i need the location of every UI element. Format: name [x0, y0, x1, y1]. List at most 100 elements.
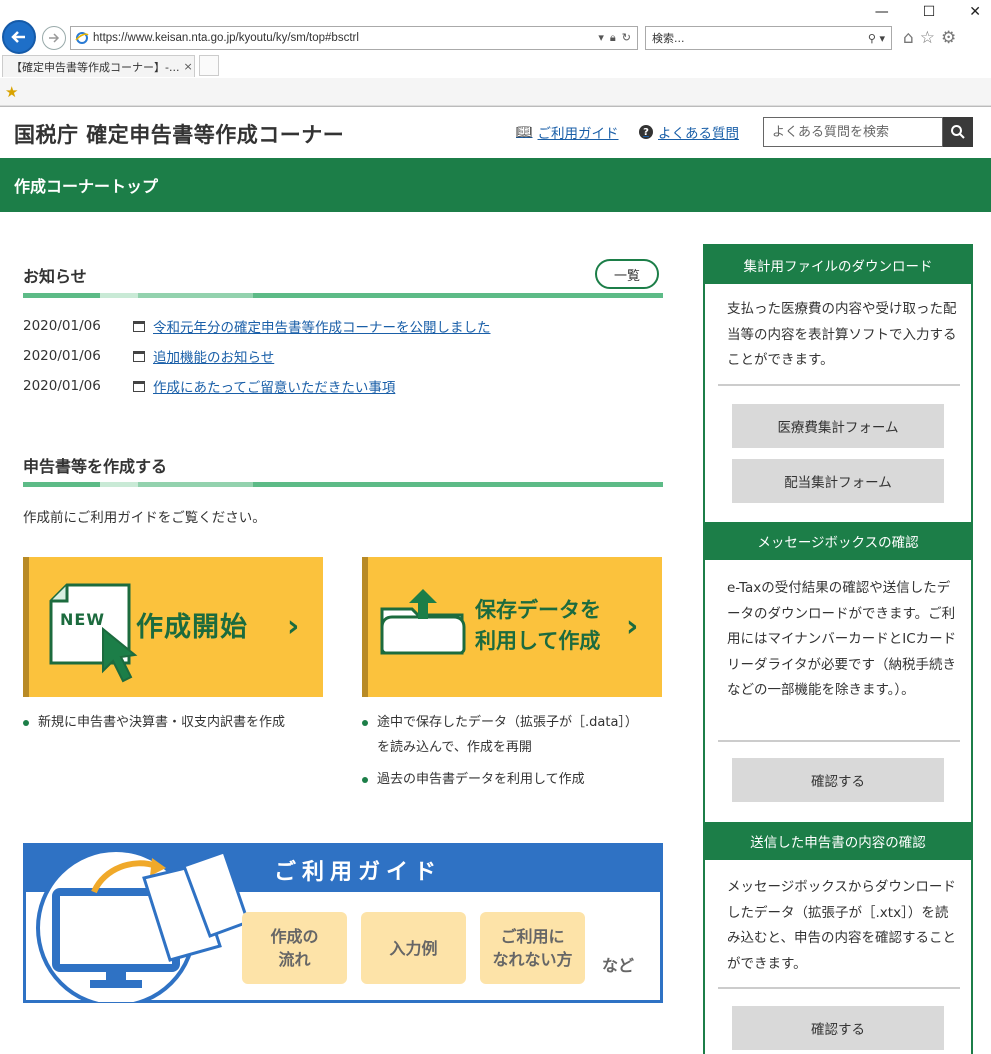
refresh-icon[interactable]: ↻: [622, 31, 631, 45]
page-band: 作成コーナートップ: [0, 158, 991, 212]
favorites-bar: ★: [0, 78, 991, 106]
close-window-icon[interactable]: ✕: [969, 4, 981, 20]
divider: [718, 740, 960, 742]
messagebox-panel-title: メッセージボックスの確認: [705, 522, 971, 560]
saved-data-button[interactable]: 保存データを 利用して作成 ›: [362, 557, 662, 697]
create-intro: 作成前にご利用ガイドをご覧ください。: [23, 510, 266, 526]
sent-panel-title: 送信した申告書の内容の確認: [705, 822, 971, 860]
list-item: 途中で保存したデータ（拡張子が［.data］） を読み込んで、作成を再開: [362, 710, 638, 760]
guide-chip-beginners[interactable]: ご利用に なれない方: [480, 912, 585, 984]
guide-link-label[interactable]: ご利用ガイド: [538, 122, 619, 142]
guide-chip-examples[interactable]: 入力例: [361, 912, 466, 984]
news-list-button[interactable]: 一覧: [595, 259, 659, 289]
search-icon: [951, 125, 965, 139]
minimize-icon[interactable]: —: [875, 4, 889, 20]
news-item: 2020/01/06 令和元年分の確定申告書等作成コーナーを公開しました: [23, 316, 491, 336]
create-title: 申告書等を作成する: [23, 457, 168, 476]
back-arrow-icon: [11, 31, 25, 43]
tab-close-icon[interactable]: ×: [183, 60, 194, 73]
dropdown-icon[interactable]: ▾: [598, 31, 604, 45]
favorites-star-icon[interactable]: ☆: [920, 28, 935, 48]
saved-data-label: 保存データを 利用して作成: [475, 595, 601, 657]
download-panel-text: 支払った医療費の内容や受け取った配当等の内容を表計算ソフトで入力することができま…: [727, 301, 957, 368]
monitor-documents-icon: [36, 848, 250, 1002]
news-divider: [23, 293, 663, 298]
new-window-icon: [133, 350, 145, 362]
messagebox-confirm-button[interactable]: 確認する: [732, 758, 944, 802]
medical-form-button[interactable]: 医療費集計フォーム: [732, 404, 944, 448]
browser-tab[interactable]: 【確定申告書等作成コーナー】-... ×: [2, 55, 195, 77]
sent-confirm-button[interactable]: 確認する: [732, 1006, 944, 1050]
book-icon: 📖︎: [516, 124, 533, 140]
faq-search-button[interactable]: [943, 117, 973, 147]
news-item: 2020/01/06 作成にあたってご留意いただきたい事項: [23, 376, 395, 396]
divider: [718, 987, 960, 989]
faq-link-label[interactable]: よくある質問: [658, 122, 739, 142]
news-link[interactable]: 追加機能のお知らせ: [153, 346, 274, 366]
url-text[interactable]: https://www.keisan.nta.go.jp/kyoutu/ky/s…: [93, 32, 598, 44]
create-divider: [23, 482, 663, 487]
tab-bar: 【確定申告書等作成コーナー】-... ×: [0, 54, 991, 78]
divider: [718, 384, 960, 386]
start-create-notes: 新規に申告書や決算書・収支内訳書を作成: [23, 710, 285, 735]
maximize-icon[interactable]: ☐: [923, 4, 936, 20]
back-button[interactable]: [2, 20, 36, 54]
news-date: 2020/01/06: [23, 348, 101, 364]
search-icon[interactable]: ⚲ ▾: [868, 32, 891, 45]
news-link[interactable]: 作成にあたってご留意いただきたい事項: [153, 376, 395, 396]
settings-gear-icon[interactable]: ⚙: [941, 28, 956, 48]
chip-line: ご利用に: [500, 927, 565, 946]
page-band-title: 作成コーナートップ: [14, 177, 159, 196]
guide-banner[interactable]: ご利用ガイド 作成の 流れ 入力例 ご利用になれない方 など: [23, 843, 663, 1003]
news-item: 2020/01/06 追加機能のお知らせ: [23, 346, 274, 366]
guide-banner-title: ご利用ガイド: [274, 860, 443, 885]
note-line: 過去の申告書データを利用して作成: [377, 772, 585, 787]
tab-title: 【確定申告書等作成コーナー】-...: [11, 60, 180, 74]
guide-chip-flow[interactable]: 作成の 流れ: [242, 912, 347, 984]
note-line: を読み込んで、作成を再開: [377, 740, 532, 755]
start-create-button[interactable]: NEW 作成開始 ›: [23, 557, 323, 697]
news-link[interactable]: 令和元年分の確定申告書等作成コーナーを公開しました: [153, 316, 491, 336]
folder-upload-icon: [380, 589, 466, 655]
list-item: 過去の申告書データを利用して作成: [362, 767, 638, 792]
chip-line: 流れ: [278, 950, 311, 969]
download-panel-title: 集計用ファイルのダウンロード: [705, 246, 971, 284]
sent-panel-text: メッセージボックスからダウンロードしたデータ（拡張子が［.xtx］）を読み込むと…: [727, 879, 956, 972]
faq-link[interactable]: ? よくある質問: [639, 122, 739, 142]
browser-titlebar: — ☐ ✕ https://www.keisan.nta.go.jp/kyout…: [0, 0, 991, 54]
sidebar: 集計用ファイルのダウンロード 支払った医療費の内容や受け取った配当等の内容を表計…: [703, 244, 973, 1054]
address-bar[interactable]: https://www.keisan.nta.go.jp/kyoutu/ky/s…: [70, 26, 638, 50]
browser-search-placeholder[interactable]: 検索...: [652, 30, 868, 46]
saved-data-notes: 途中で保存したデータ（拡張子が［.data］） を読み込んで、作成を再開 過去の…: [362, 710, 638, 792]
news-date: 2020/01/06: [23, 378, 101, 394]
new-window-icon: [133, 320, 145, 332]
chip-line: なれない方: [492, 950, 573, 969]
news-date: 2020/01/06: [23, 318, 101, 334]
new-badge: NEW: [60, 610, 105, 629]
guide-etc: など: [602, 956, 635, 975]
faq-search-input[interactable]: [763, 117, 943, 147]
new-tab-button[interactable]: [199, 55, 219, 76]
window-controls: — ☐ ✕: [875, 4, 981, 20]
faq-search: [763, 117, 973, 147]
chevron-right-icon: ›: [626, 609, 639, 644]
chevron-right-icon: ›: [287, 609, 300, 644]
saved-data-label-line2: 利用して作成: [475, 629, 601, 653]
forward-button[interactable]: [42, 26, 66, 50]
note-line: 途中で保存したデータ（拡張子が［.data］）: [377, 715, 638, 730]
start-create-label: 作成開始: [136, 612, 248, 643]
guide-link[interactable]: 📖︎ ご利用ガイド: [516, 122, 619, 143]
dividend-form-button[interactable]: 配当集計フォーム: [732, 459, 944, 503]
browser-search-box[interactable]: 検索... ⚲ ▾: [645, 26, 892, 50]
forward-arrow-icon: [49, 33, 60, 43]
ie-logo-icon: [75, 32, 89, 44]
question-icon: ?: [639, 125, 653, 139]
messagebox-panel-text: e-Taxの受付結果の確認や送信したデータのダウンロードができます。ご利用にはマ…: [727, 580, 957, 698]
lock-icon[interactable]: 🔒︎: [610, 31, 616, 45]
site-header: 国税庁 確定申告書等作成コーナー 📖︎ ご利用ガイド ? よくある質問: [0, 106, 991, 158]
add-favorites-icon[interactable]: ★: [5, 83, 18, 101]
site-title[interactable]: 国税庁 確定申告書等作成コーナー: [14, 119, 344, 149]
home-icon[interactable]: ⌂: [903, 28, 914, 48]
list-item: 新規に申告書や決算書・収支内訳書を作成: [23, 710, 285, 735]
new-window-icon: [133, 380, 145, 392]
